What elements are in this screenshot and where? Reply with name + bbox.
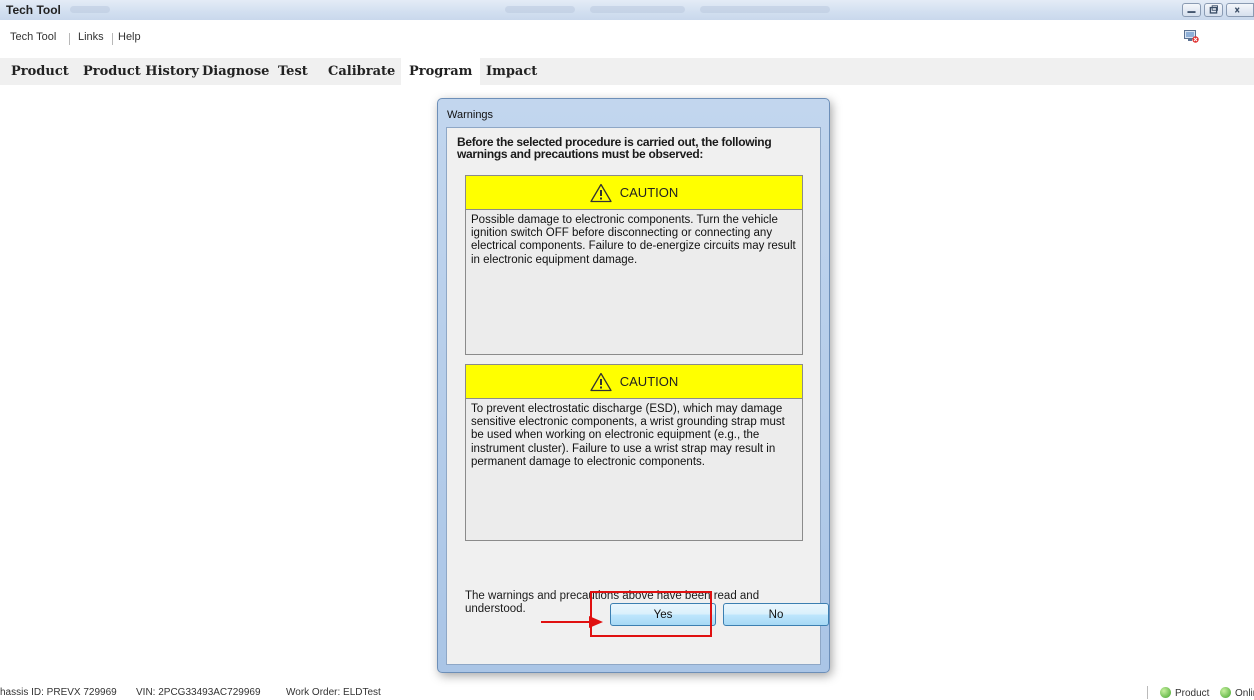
tab-product-history[interactable]: Product History: [83, 58, 199, 85]
check-ok-icon: [1220, 687, 1231, 698]
caution-heading: CAUTION: [619, 185, 679, 200]
title-bar-blur: [70, 6, 110, 13]
caution-header: CAUTION: [466, 176, 802, 210]
menu-links[interactable]: Links: [78, 31, 104, 43]
tab-test[interactable]: Test: [278, 58, 308, 85]
caution-heading: CAUTION: [619, 374, 679, 389]
caution-header: CAUTION: [466, 365, 802, 399]
caution-text: Possible damage to electronic components…: [471, 214, 796, 266]
menu-help[interactable]: Help: [118, 31, 141, 43]
status-work-order: Work Order: ELDTest: [286, 687, 381, 698]
connection-status-icon[interactable]: [1184, 30, 1199, 43]
window-title: Tech Tool: [6, 3, 61, 17]
warnings-intro: Before the selected procedure is carried…: [457, 135, 772, 161]
restore-icon: [1209, 5, 1218, 14]
maximize-button[interactable]: [1204, 3, 1223, 17]
check-ok-icon: [1160, 687, 1171, 698]
status-bar: hassis ID: PREVX 729969 VIN: 2PCG33493AC…: [0, 686, 1254, 700]
tab-calibrate[interactable]: Calibrate: [328, 58, 395, 85]
status-product-label: Product: [1175, 688, 1210, 699]
dialog-title: Warnings: [447, 109, 494, 121]
minimize-button[interactable]: [1182, 3, 1201, 17]
menu-separator: [112, 33, 113, 45]
no-button-label: No: [768, 608, 784, 621]
minimize-icon: [1187, 11, 1196, 13]
status-vin: VIN: 2PCG33493AC729969: [136, 687, 261, 698]
tab-diagnose[interactable]: Diagnose: [202, 58, 269, 85]
annotation-arrow-icon: [541, 616, 603, 628]
menu-tech-tool[interactable]: Tech Tool: [10, 31, 56, 43]
title-bar-blur: [505, 6, 575, 13]
caution-text: To prevent electrostatic discharge (ESD)…: [471, 403, 785, 468]
window-title-bar: Tech Tool: [0, 0, 1254, 20]
annotation-highlight-box: [590, 591, 712, 637]
status-chassis-id: hassis ID: PREVX 729969: [0, 687, 117, 698]
close-icon: [1234, 7, 1240, 13]
status-separator: [1147, 686, 1148, 699]
menu-bar: Tech Tool Links Help: [0, 31, 1254, 49]
tab-program[interactable]: Program: [401, 58, 481, 85]
tab-product[interactable]: Product: [11, 58, 69, 85]
menu-separator: [69, 33, 70, 45]
status-online: Online: [1220, 687, 1254, 699]
title-bar-blur: [700, 6, 830, 13]
caution-panel: CAUTION Possible damage to electronic co…: [465, 175, 803, 355]
warning-triangle-icon: [590, 183, 612, 202]
tab-impact[interactable]: Impact: [486, 58, 537, 85]
caution-panel: CAUTION To prevent electrostatic dischar…: [465, 364, 803, 541]
warnings-dialog: Warnings Before the selected procedure i…: [437, 98, 830, 673]
close-button[interactable]: [1226, 3, 1254, 17]
title-bar-blur: [590, 6, 685, 13]
warning-triangle-icon: [590, 372, 612, 391]
status-online-label: Online: [1235, 688, 1254, 699]
status-product: Product: [1160, 687, 1209, 699]
main-tab-bar: Product Product History Diagnose Test Ca…: [0, 58, 1254, 85]
no-button[interactable]: No: [723, 603, 829, 626]
dialog-body: Before the selected procedure is carried…: [446, 127, 829, 665]
